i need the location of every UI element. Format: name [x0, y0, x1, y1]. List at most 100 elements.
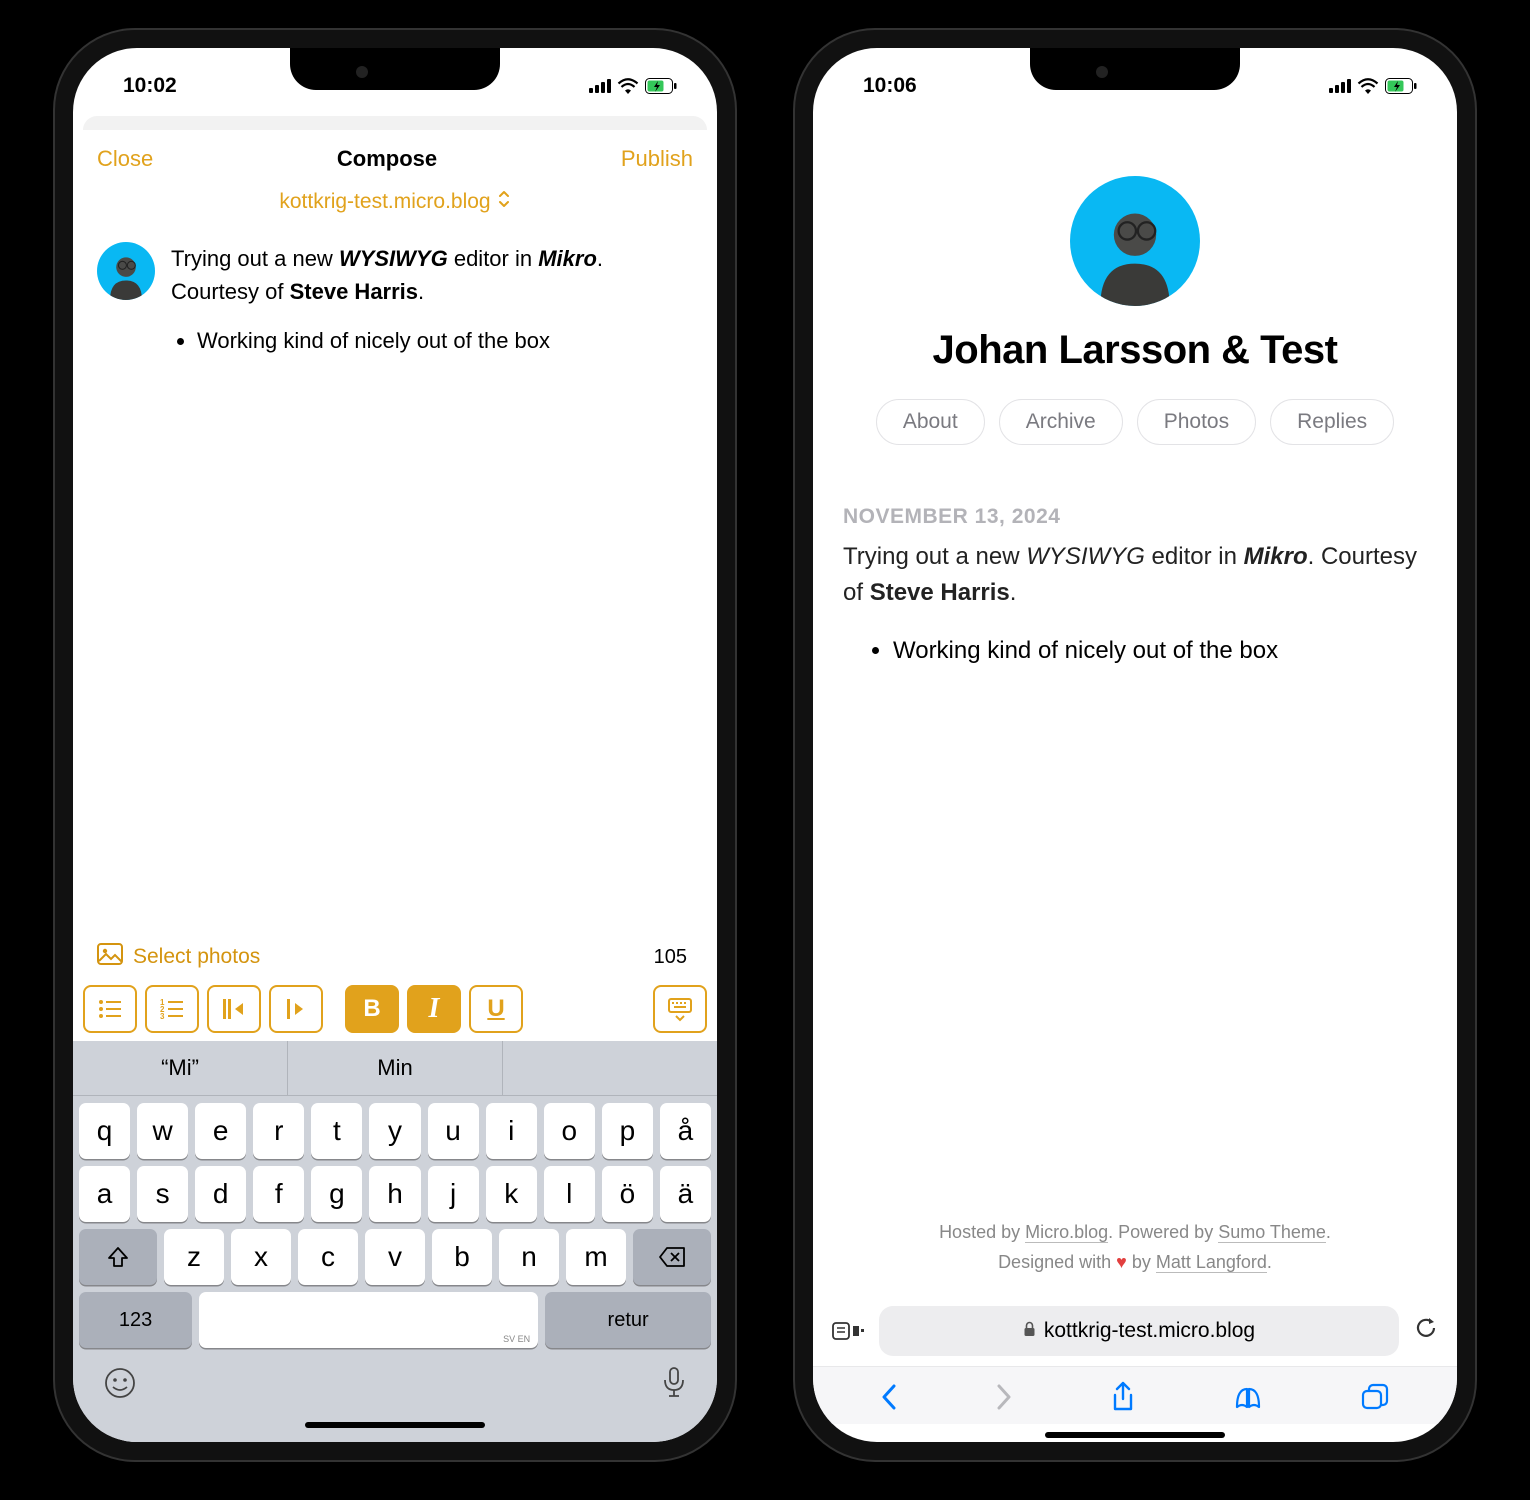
outdent-button[interactable]	[269, 985, 323, 1033]
compose-body[interactable]: Trying out a new WYSIWYG editor in Mikro…	[73, 228, 717, 933]
matt-langford-link[interactable]: Matt Langford	[1156, 1252, 1267, 1273]
home-indicator[interactable]	[305, 1422, 485, 1428]
svg-text:3: 3	[160, 1012, 165, 1021]
left-screen: 10:02 Close Compose Publish kottkrig-tes…	[73, 48, 717, 1442]
suggestion-item[interactable]	[503, 1041, 717, 1095]
suggestion-item[interactable]: Min	[288, 1041, 503, 1095]
key-n[interactable]: n	[499, 1229, 559, 1285]
key-h[interactable]: h	[369, 1166, 420, 1222]
compose-title: Compose	[337, 146, 437, 172]
key-f[interactable]: f	[253, 1166, 304, 1222]
return-key[interactable]: retur	[545, 1292, 711, 1348]
background-sheet	[83, 116, 707, 130]
key-e[interactable]: e	[195, 1103, 246, 1159]
shift-key[interactable]	[79, 1229, 157, 1285]
nav-pill-about[interactable]: About	[876, 399, 985, 445]
tabs-button[interactable]	[1360, 1383, 1390, 1418]
post: NOVEMBER 13, 2024 Trying out a new WYSIW…	[843, 505, 1427, 665]
share-button[interactable]	[1110, 1381, 1136, 1420]
battery-charging-icon	[1385, 78, 1417, 94]
key-p[interactable]: p	[602, 1103, 653, 1159]
key-odiaeresis[interactable]: ö	[602, 1166, 653, 1222]
key-t[interactable]: t	[311, 1103, 362, 1159]
blog-picker-label: kottkrig-test.micro.blog	[279, 190, 490, 214]
key-u[interactable]: u	[428, 1103, 479, 1159]
profile-avatar[interactable]	[1070, 176, 1200, 306]
compose-text: Trying out a new WYSIWYG editor in Mikro…	[171, 242, 693, 919]
wifi-icon	[617, 78, 639, 94]
key-b[interactable]: b	[432, 1229, 492, 1285]
bookmarks-button[interactable]	[1233, 1383, 1263, 1418]
indent-button[interactable]	[207, 985, 261, 1033]
number-key[interactable]: 123	[79, 1292, 192, 1348]
photo-row: Select photos 105	[73, 933, 717, 979]
italic-button[interactable]: I	[407, 985, 461, 1033]
key-adiaeresis[interactable]: ä	[660, 1166, 711, 1222]
key-x[interactable]: x	[231, 1229, 291, 1285]
key-s[interactable]: s	[137, 1166, 188, 1222]
key-r[interactable]: r	[253, 1103, 304, 1159]
nav-pill-replies[interactable]: Replies	[1270, 399, 1394, 445]
left-phone-frame: 10:02 Close Compose Publish kottkrig-tes…	[55, 30, 735, 1460]
photo-icon	[97, 943, 123, 971]
safari-toolbar: kottkrig-test.micro.blog	[813, 1296, 1457, 1442]
forward-button[interactable]	[995, 1383, 1013, 1418]
key-aring[interactable]: å	[660, 1103, 711, 1159]
microblog-link[interactable]: Micro.blog	[1025, 1222, 1108, 1243]
suggestion-item[interactable]: “Mi”	[73, 1041, 288, 1095]
key-q[interactable]: q	[79, 1103, 130, 1159]
reload-button[interactable]	[1413, 1315, 1439, 1348]
page-settings-button[interactable]	[831, 1319, 865, 1343]
url-field[interactable]: kottkrig-test.micro.blog	[879, 1306, 1399, 1356]
key-l[interactable]: l	[544, 1166, 595, 1222]
key-k[interactable]: k	[486, 1166, 537, 1222]
post-date[interactable]: NOVEMBER 13, 2024	[843, 505, 1427, 529]
heart-icon: ♥	[1116, 1252, 1127, 1272]
keyboard: “Mi” Min q w e r t y u i o p å a s d	[73, 1041, 717, 1442]
key-o[interactable]: o	[544, 1103, 595, 1159]
bullet-list-button[interactable]	[83, 985, 137, 1033]
url-text: kottkrig-test.micro.blog	[1044, 1319, 1255, 1343]
nav-pill-archive[interactable]: Archive	[999, 399, 1123, 445]
list-item: Working kind of nicely out of the box	[197, 324, 693, 357]
underline-button[interactable]: U	[469, 985, 523, 1033]
char-count: 105	[654, 946, 687, 969]
key-z[interactable]: z	[164, 1229, 224, 1285]
status-time: 10:02	[123, 74, 177, 98]
select-photos-button[interactable]: Select photos	[97, 943, 260, 971]
nav-pill-photos[interactable]: Photos	[1137, 399, 1256, 445]
key-g[interactable]: g	[311, 1166, 362, 1222]
key-w[interactable]: w	[137, 1103, 188, 1159]
backspace-key[interactable]	[633, 1229, 711, 1285]
key-a[interactable]: a	[79, 1166, 130, 1222]
blog-picker-button[interactable]: kottkrig-test.micro.blog	[73, 182, 717, 228]
wifi-icon	[1357, 78, 1379, 94]
key-v[interactable]: v	[365, 1229, 425, 1285]
keyboard-row-4: 123 SV EN retur	[73, 1285, 717, 1348]
key-d[interactable]: d	[195, 1166, 246, 1222]
dictation-icon[interactable]	[661, 1366, 687, 1408]
key-m[interactable]: m	[566, 1229, 626, 1285]
back-button[interactable]	[880, 1383, 898, 1418]
keyboard-bottom	[73, 1348, 717, 1414]
select-photos-label: Select photos	[133, 945, 260, 969]
key-c[interactable]: c	[298, 1229, 358, 1285]
chevron-up-down-icon	[497, 190, 511, 214]
publish-button[interactable]: Publish	[621, 146, 693, 172]
sumo-theme-link[interactable]: Sumo Theme	[1218, 1222, 1326, 1243]
safari-nav	[813, 1366, 1457, 1424]
close-button[interactable]: Close	[97, 146, 153, 172]
numbered-list-button[interactable]: 123	[145, 985, 199, 1033]
notch	[1030, 48, 1240, 90]
space-key[interactable]: SV EN	[199, 1292, 538, 1348]
emoji-icon[interactable]	[103, 1366, 137, 1408]
safari-content[interactable]: Johan Larsson & Test About Archive Photo…	[813, 116, 1457, 1296]
keyboard-row-3: z x c v b n m	[73, 1222, 717, 1285]
battery-charging-icon	[645, 78, 677, 94]
key-j[interactable]: j	[428, 1166, 479, 1222]
bold-button[interactable]: B	[345, 985, 399, 1033]
key-y[interactable]: y	[369, 1103, 420, 1159]
key-i[interactable]: i	[486, 1103, 537, 1159]
home-indicator[interactable]	[1045, 1432, 1225, 1438]
dismiss-keyboard-button[interactable]	[653, 985, 707, 1033]
